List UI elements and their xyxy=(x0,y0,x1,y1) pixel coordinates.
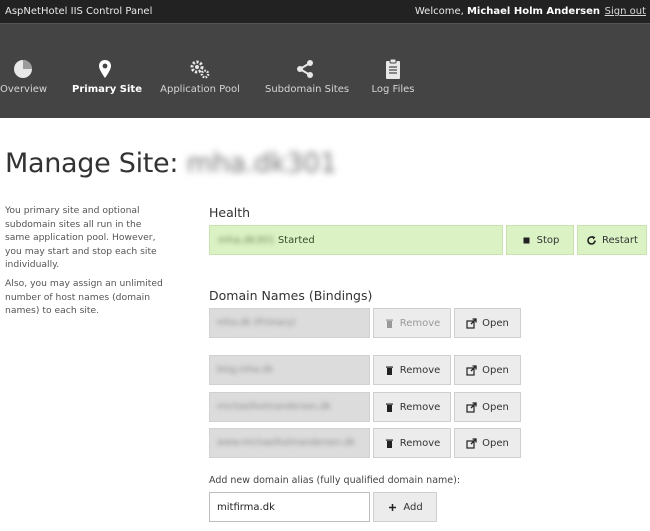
restart-label: Restart xyxy=(602,234,638,246)
refresh-icon xyxy=(587,235,596,245)
add-label: Add xyxy=(403,501,423,513)
sign-out-link[interactable]: Sign out xyxy=(605,6,646,17)
active-nav-indicator xyxy=(97,108,115,118)
main-nav: Overview Primary Site Application Pool S… xyxy=(0,23,650,118)
nav-item-subdomain-sites[interactable]: Subdomain Sites xyxy=(265,24,350,119)
nav-item-application-pool[interactable]: Application Pool xyxy=(160,24,240,119)
open-button[interactable]: Open xyxy=(454,308,521,338)
help-paragraph: You primary site and optional subdomain … xyxy=(5,205,157,271)
user-name: Michael Holm Andersen xyxy=(466,6,600,17)
site-name: mha.dk301 xyxy=(186,148,337,179)
stop-label: Stop xyxy=(536,234,560,246)
nav-item-primary-site[interactable]: Primary Site xyxy=(72,24,142,119)
nav-item-overview[interactable]: Overview xyxy=(0,24,48,119)
health-site-name: mha.dk301 xyxy=(218,235,275,246)
clipboard-icon xyxy=(386,58,400,79)
trash-icon xyxy=(385,366,393,375)
nav-item-label: Primary Site xyxy=(72,84,142,95)
pie-chart-icon xyxy=(14,60,32,78)
remove-label: Remove xyxy=(399,364,441,376)
health-status: Started xyxy=(277,235,315,246)
open-label: Open xyxy=(482,317,509,329)
nav-item-label: Subdomain Sites xyxy=(265,84,350,95)
remove-label: Remove xyxy=(399,437,441,449)
external-link-icon xyxy=(466,437,477,449)
health-heading: Health xyxy=(209,205,251,220)
welcome-prefix: Welcome, xyxy=(414,6,464,17)
gears-icon xyxy=(190,60,210,79)
open-label: Open xyxy=(482,364,509,376)
nav-item-label: Overview xyxy=(0,84,48,95)
open-label: Open xyxy=(482,401,509,413)
add-button[interactable]: Add xyxy=(373,492,437,522)
domain-name: www.michaelholmandersen.dk xyxy=(217,438,355,448)
domain-field: blog.mha.dk xyxy=(209,355,370,385)
remove-label: Remove xyxy=(399,317,441,329)
domain-field: www.michaelholmandersen.dk xyxy=(209,428,370,458)
domain-name: mha.dk (Primary) xyxy=(217,318,296,328)
external-link-icon xyxy=(466,364,477,376)
nav-item-label: Log Files xyxy=(371,84,415,95)
open-button[interactable]: Open xyxy=(454,428,521,458)
trash-icon xyxy=(385,319,393,328)
domain-names-heading: Domain Names (Bindings) xyxy=(209,288,373,303)
remove-button[interactable]: Remove xyxy=(373,308,451,338)
open-label: Open xyxy=(482,437,509,449)
open-button[interactable]: Open xyxy=(454,355,521,385)
app-title: AspNetHotel IIS Control Panel xyxy=(5,6,153,17)
help-text: You primary site and optional subdomain … xyxy=(5,204,165,318)
map-pin-icon xyxy=(99,60,111,78)
stop-icon xyxy=(523,237,530,243)
remove-button[interactable]: Remove xyxy=(373,392,451,422)
welcome-text: Welcome, Michael Holm Andersen xyxy=(415,6,600,17)
remove-label: Remove xyxy=(399,401,441,413)
share-icon xyxy=(297,60,313,78)
restart-button[interactable]: Restart xyxy=(577,225,647,255)
nav-item-label: Application Pool xyxy=(160,84,240,95)
domain-field: mha.dk (Primary) xyxy=(209,308,370,338)
plus-icon xyxy=(389,503,397,511)
external-link-icon xyxy=(466,317,477,329)
nav-item-log-files[interactable]: Log Files xyxy=(366,24,420,119)
remove-button[interactable]: Remove xyxy=(373,355,451,385)
new-alias-label: Add new domain alias (fully qualified do… xyxy=(209,475,461,486)
remove-button[interactable]: Remove xyxy=(373,428,451,458)
open-button[interactable]: Open xyxy=(454,392,521,422)
domain-name: blog.mha.dk xyxy=(217,365,274,375)
trash-icon xyxy=(385,439,393,448)
domain-field: michaelholmandersen.dk xyxy=(209,392,370,422)
page-title-label: Manage Site: xyxy=(5,148,179,179)
stop-button[interactable]: Stop xyxy=(506,225,574,255)
health-status-box: mha.dk301 Started xyxy=(209,225,503,255)
trash-icon xyxy=(385,403,393,412)
page-title: Manage Site: mha.dk301 xyxy=(5,148,337,179)
domain-name: michaelholmandersen.dk xyxy=(217,402,331,412)
external-link-icon xyxy=(466,401,477,413)
top-bar: AspNetHotel IIS Control Panel Welcome, M… xyxy=(0,0,650,23)
help-paragraph: Also, you may assign an unlimited number… xyxy=(5,278,163,317)
new-alias-input[interactable] xyxy=(209,492,370,522)
